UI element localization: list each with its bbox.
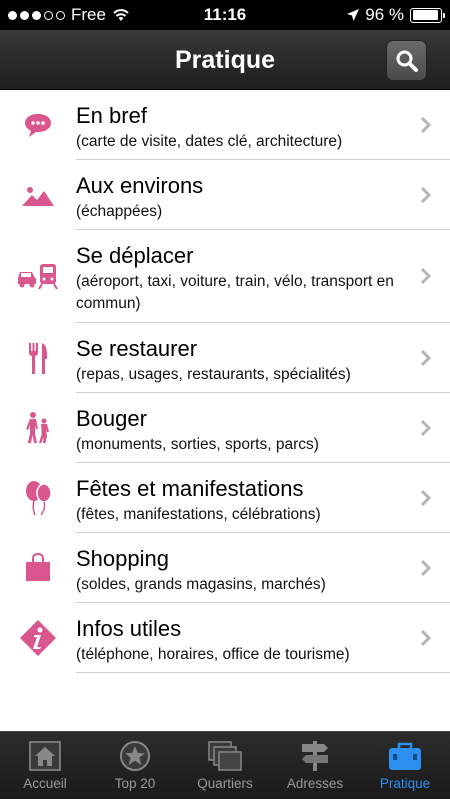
item-subtitle: (fêtes, manifestations, célébrations)	[76, 506, 321, 523]
item-title: Shopping	[76, 546, 169, 571]
chevron-right-icon	[420, 419, 432, 436]
item-title: En bref	[76, 103, 147, 128]
tab-label: Quartiers	[197, 776, 253, 791]
chevron-right-icon	[420, 489, 432, 506]
item-title: Se restaurer	[76, 336, 198, 361]
tab-label: Top 20	[114, 776, 156, 791]
item-title: Aux environs	[76, 173, 204, 198]
star-icon	[120, 741, 150, 771]
search-button[interactable]	[386, 40, 427, 81]
list-item-infos-utiles[interactable]: Infos utiles (téléphone, horaires, offic…	[20, 603, 450, 673]
signpost-icon	[302, 741, 328, 771]
list-item-en-bref[interactable]: En bref (carte de visite, dates clé, arc…	[25, 90, 450, 160]
tab-adresses[interactable]: Adresses	[270, 732, 360, 799]
fork-knife-icon	[29, 342, 47, 374]
list-item-aux-environs[interactable]: Aux environs (échappées)	[22, 160, 450, 230]
balloons-icon	[26, 480, 52, 515]
map-icon	[208, 741, 242, 771]
status-bar: Free 11:16 96 %	[0, 0, 450, 30]
chevron-right-icon	[420, 629, 432, 646]
item-title: Infos utiles	[76, 616, 182, 641]
item-subtitle: (aéroport, taxi, voiture, train, vélo, t…	[76, 273, 394, 312]
walking-people-icon	[26, 411, 49, 443]
tab-pratique[interactable]: Pratique	[360, 732, 450, 799]
shopping-bag-icon	[26, 552, 50, 581]
tab-quartiers[interactable]: Quartiers	[180, 732, 270, 799]
tab-label: Accueil	[23, 776, 67, 791]
carrier-name: Free	[71, 5, 106, 24]
item-subtitle: (monuments, sorties, sports, parcs)	[76, 436, 319, 453]
item-subtitle: (téléphone, horaires, office de tourisme…	[76, 646, 350, 663]
tab-bar: Accueil Top 20 Quartiers Adresses Pratiq…	[0, 731, 450, 799]
chevron-right-icon	[420, 186, 432, 203]
page-title: Pratique	[174, 46, 276, 74]
search-icon	[396, 50, 418, 72]
navigation-bar: Pratique	[0, 30, 450, 90]
mountains-icon	[22, 186, 54, 206]
list-item-shopping[interactable]: Shopping (soldes, grands magasins, march…	[26, 533, 450, 603]
item-subtitle: (échappées)	[76, 203, 163, 220]
tab-top-20[interactable]: Top 20	[90, 732, 180, 799]
practical-info-list: En bref (carte de visite, dates clé, arc…	[0, 90, 450, 673]
info-icon	[20, 619, 56, 656]
speech-bubble-icon	[25, 113, 51, 137]
signal-strength-icon	[8, 10, 65, 20]
home-icon	[29, 741, 61, 771]
battery-icon	[410, 7, 445, 23]
wifi-icon	[113, 9, 129, 21]
item-subtitle: (carte de visite, dates clé, architectur…	[76, 133, 343, 150]
item-title: Bouger	[76, 406, 147, 431]
clock: 11:16	[203, 5, 247, 24]
list-item-bouger[interactable]: Bouger (monuments, sorties, sports, parc…	[26, 393, 450, 463]
chevron-right-icon	[420, 267, 432, 285]
list-item-se-restaurer[interactable]: Se restaurer (repas, usages, restaurants…	[29, 323, 450, 393]
tab-label: Pratique	[379, 776, 431, 791]
item-title: Fêtes et manifestations	[76, 476, 304, 501]
tab-label: Adresses	[286, 776, 344, 791]
car-train-icon	[18, 264, 58, 290]
suitcase-icon	[389, 742, 421, 770]
chevron-right-icon	[420, 559, 432, 576]
list-item-se-deplacer[interactable]: Se déplacer (aéroport, taxi, voiture, tr…	[18, 230, 450, 323]
chevron-right-icon	[420, 116, 432, 133]
item-subtitle: (soldes, grands magasins, marchés)	[76, 576, 326, 593]
chevron-right-icon	[420, 349, 432, 366]
item-subtitle: (repas, usages, restaurants, spécialités…	[76, 366, 351, 383]
tab-accueil[interactable]: Accueil	[0, 732, 90, 799]
list-item-fetes[interactable]: Fêtes et manifestations (fêtes, manifest…	[26, 463, 450, 533]
battery-percent: 96 %	[365, 5, 404, 24]
location-arrow-icon	[347, 9, 360, 21]
item-title: Se déplacer	[76, 243, 194, 268]
